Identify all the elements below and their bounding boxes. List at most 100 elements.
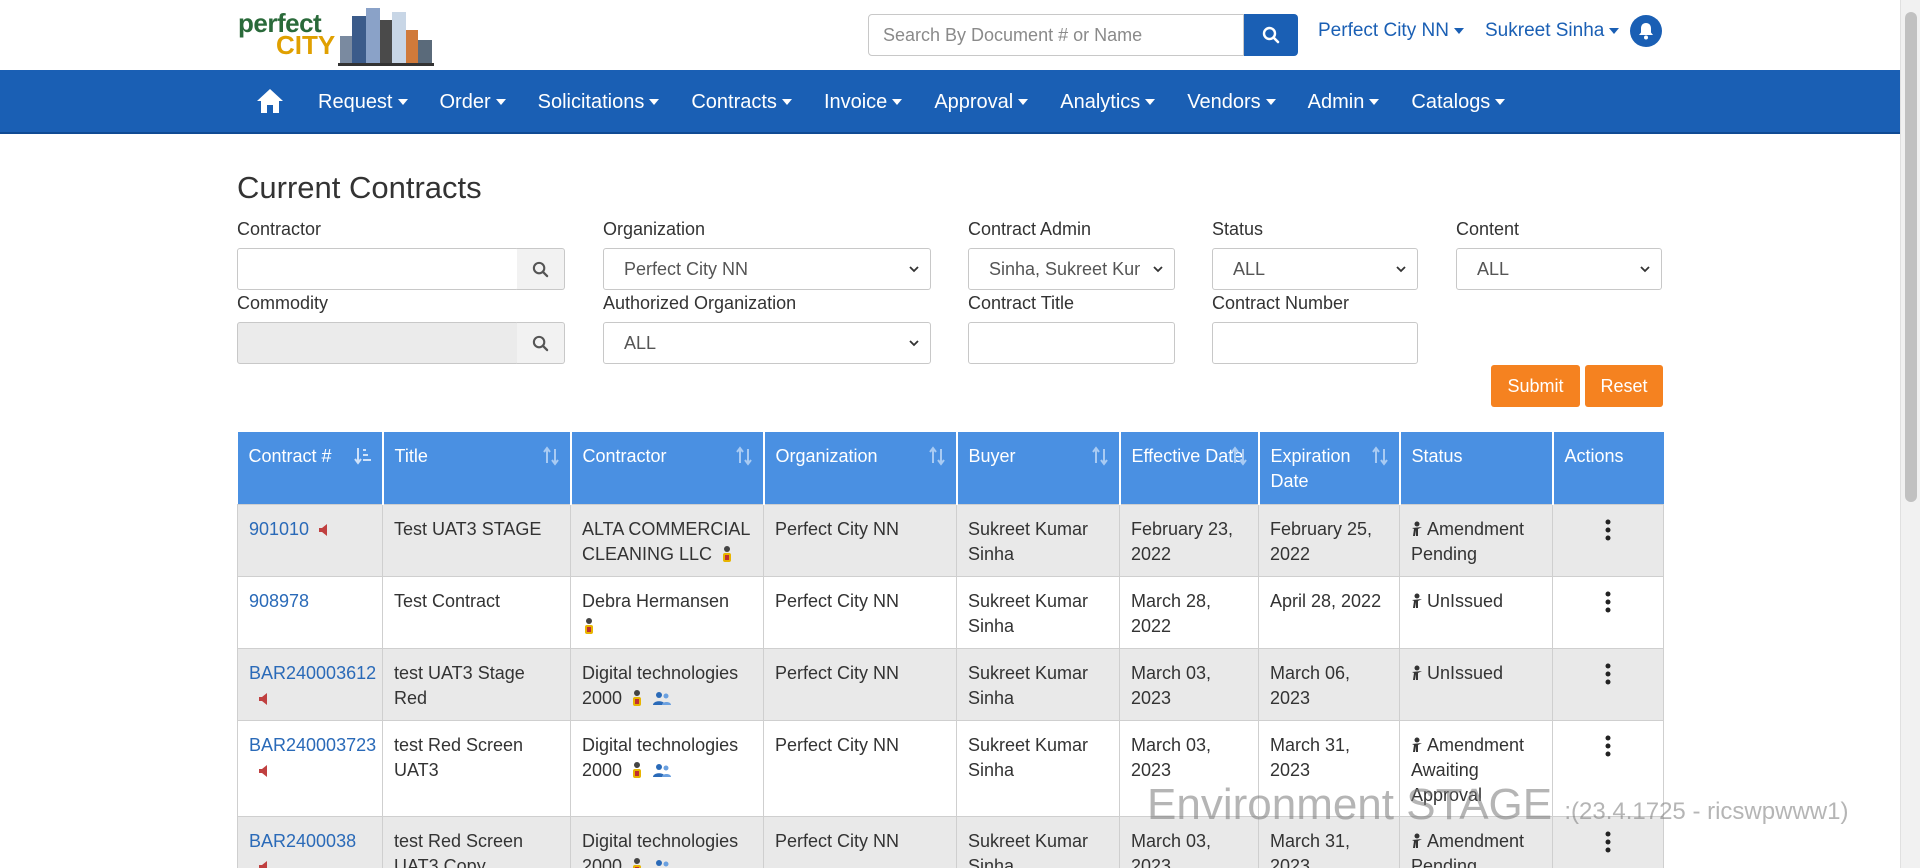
sort-icon — [1371, 446, 1388, 466]
column-header-contract-number[interactable]: Contract # — [237, 432, 384, 504]
nav-item-invoice[interactable]: Invoice — [823, 90, 903, 114]
contract-number-link[interactable]: BAR240003612 — [249, 663, 376, 683]
cell-status: Amendment Pending — [1399, 503, 1553, 577]
column-header-label: Status — [1411, 446, 1463, 466]
organization-dropdown[interactable]: Perfect City NN — [1318, 20, 1464, 42]
column-header-organization[interactable]: Organization — [763, 432, 958, 504]
row-actions-button[interactable] — [1564, 661, 1652, 685]
cell-organization: Perfect City NN — [763, 575, 957, 649]
nav-item-approval[interactable]: Approval — [934, 91, 1029, 114]
contract-number-link[interactable]: 901010 — [249, 519, 309, 539]
cell-title: test Red Screen UAT3 Copy — [382, 815, 571, 868]
contract-number-link[interactable]: BAR2400038 — [249, 831, 356, 851]
users-group-icon — [653, 691, 672, 705]
chevron-down-icon — [1640, 266, 1650, 273]
column-header-contractor[interactable]: Contractor — [570, 432, 765, 504]
speaker-icon — [259, 764, 267, 777]
nav-item-request[interactable]: Request — [318, 91, 408, 114]
content-select[interactable]: ALL — [1456, 248, 1662, 290]
contract-admin-select-value: Sinha, Sukreet Kumar — [989, 258, 1140, 279]
cell-contractor: Debra Hermansen — [570, 575, 764, 649]
column-header-expiration-date[interactable]: Expiration Date — [1258, 432, 1401, 504]
organization-select-value: Perfect City NN — [624, 258, 749, 279]
cell-contract-number: 901010 — [237, 503, 383, 577]
perfect-city-logo[interactable]: perfect CITY — [238, 4, 434, 66]
cell-organization: Perfect City NN — [763, 815, 957, 868]
column-header-label: Effective Date — [1131, 446, 1244, 466]
column-header-label: Contract # — [248, 446, 332, 466]
cell-organization: Perfect City NN — [763, 719, 957, 817]
authorized-organization-select[interactable]: ALL — [603, 322, 931, 364]
environment-build: :(23.4.1725 - ricswpwww1) — [1564, 798, 1849, 825]
status-text: Amendment Pending — [1411, 518, 1525, 564]
contract-number-link[interactable]: 908978 — [249, 591, 309, 611]
bell-icon — [1639, 23, 1653, 40]
contract-title-input[interactable] — [968, 322, 1175, 364]
caret-down-icon — [495, 99, 506, 106]
status-select-value: ALL — [1233, 258, 1266, 279]
cell-actions — [1552, 503, 1664, 577]
cell-organization: Perfect City NN — [763, 503, 957, 577]
contract-admin-select[interactable]: Sinha, Sukreet Kumar — [968, 248, 1175, 290]
contractor-label: Contractor — [237, 219, 322, 239]
cell-buyer: Sukreet Kumar Sinha — [956, 815, 1120, 868]
commodity-search-button[interactable] — [517, 322, 565, 364]
submit-button[interactable]: Submit — [1491, 365, 1580, 407]
caret-down-icon — [1145, 99, 1156, 106]
cell-contractor: Digital technologies 2000 — [570, 815, 764, 868]
contract-number-link[interactable]: BAR240003723 — [249, 735, 376, 755]
row-actions-button[interactable] — [1564, 733, 1652, 757]
status-person-icon — [1412, 833, 1422, 848]
contractor-input[interactable] — [237, 248, 519, 290]
nav-item-solicitations[interactable]: Solicitations — [538, 91, 660, 114]
scrollbar-thumb[interactable] — [1905, 12, 1917, 502]
row-actions-button[interactable] — [1564, 589, 1652, 613]
nav-item-vendors[interactable]: Vendors — [1187, 91, 1276, 114]
user-dropdown-label: Sukreet Sinha — [1485, 20, 1605, 41]
nav-menu: Request Order Solicitations Contracts In… — [318, 70, 1537, 134]
nav-item-label: Solicitations — [537, 90, 645, 113]
home-icon[interactable] — [256, 88, 284, 114]
status-select[interactable]: ALL — [1212, 248, 1418, 290]
nav-item-order[interactable]: Order — [440, 91, 506, 114]
user-dropdown[interactable]: Sukreet Sinha — [1485, 20, 1620, 42]
caret-down-icon — [1453, 27, 1464, 34]
cell-contract-number: BAR2400038 — [237, 815, 383, 868]
page-title: Current Contracts — [237, 170, 482, 205]
page-scrollbar[interactable] — [1900, 0, 1920, 868]
column-header-actions: Actions — [1552, 432, 1664, 504]
contract-number-input[interactable] — [1212, 322, 1418, 364]
organization-select[interactable]: Perfect City NN — [603, 248, 931, 290]
search-button[interactable] — [1244, 14, 1298, 56]
notifications-button[interactable] — [1630, 15, 1662, 47]
commodity-input[interactable] — [237, 322, 519, 364]
nav-item-contracts[interactable]: Contracts — [691, 91, 792, 114]
status-label: Status — [1212, 219, 1264, 239]
nav-item-label: Invoice — [823, 90, 888, 113]
column-header-title[interactable]: Title — [382, 432, 572, 504]
caret-down-icon — [1495, 99, 1506, 106]
row-actions-button[interactable] — [1564, 829, 1652, 853]
nav-item-label: Request — [318, 90, 393, 113]
search-icon — [1262, 26, 1280, 44]
row-actions-button[interactable] — [1564, 517, 1652, 541]
sort-icon — [1091, 446, 1108, 466]
nav-item-analytics[interactable]: Analytics — [1060, 91, 1156, 114]
contractor-search-button[interactable] — [517, 248, 565, 290]
sort-ascending-icon — [353, 448, 371, 465]
table-row: BAR240003612 test UAT3 Stage Red Digital… — [237, 647, 1664, 721]
city-skyline-icon — [338, 8, 434, 66]
column-header-effective-date[interactable]: Effective Date — [1119, 432, 1260, 504]
nav-item-label: Catalogs — [1411, 90, 1491, 113]
nav-item-catalogs[interactable]: Catalogs — [1411, 90, 1506, 114]
organization-label: Organization — [603, 219, 706, 239]
nav-item-admin[interactable]: Admin — [1308, 91, 1380, 114]
table-row: 901010 Test UAT3 STAGE ALTA COMMERCIAL C… — [237, 503, 1664, 577]
status-person-icon — [1412, 737, 1422, 752]
search-input[interactable] — [868, 14, 1244, 56]
reset-button[interactable]: Reset — [1585, 365, 1663, 407]
sort-icon — [1230, 446, 1247, 466]
environment-label: Environment STAGE — [1147, 780, 1553, 829]
column-header-buyer[interactable]: Buyer — [956, 432, 1121, 504]
main-navbar: Request Order Solicitations Contracts In… — [0, 70, 1900, 134]
